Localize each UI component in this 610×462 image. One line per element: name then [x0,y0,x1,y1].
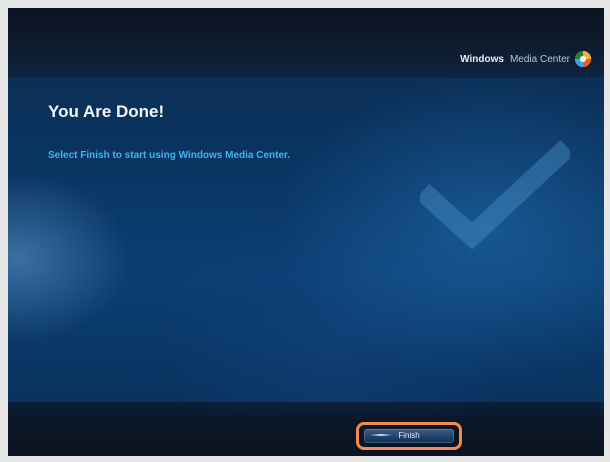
page-title: You Are Done! [48,102,165,121]
instruction-text: Select Finish to start using Windows Med… [48,150,291,161]
finish-button-label: Finish [398,431,420,440]
windows-media-center-logo-icon [574,50,592,68]
brand-name-light: Media Center [509,53,570,65]
bottom-bar [8,402,604,456]
brand-name-strong: Windows [460,53,504,65]
button-glint [370,434,392,436]
media-center-screen: Windows Media Center You Are Done! Selec… [8,8,604,456]
checkmark-icon [420,139,570,250]
top-bar: Windows Media Center [8,8,604,78]
brand: Windows Media Center [460,50,592,68]
finish-button[interactable]: Finish [364,429,454,443]
